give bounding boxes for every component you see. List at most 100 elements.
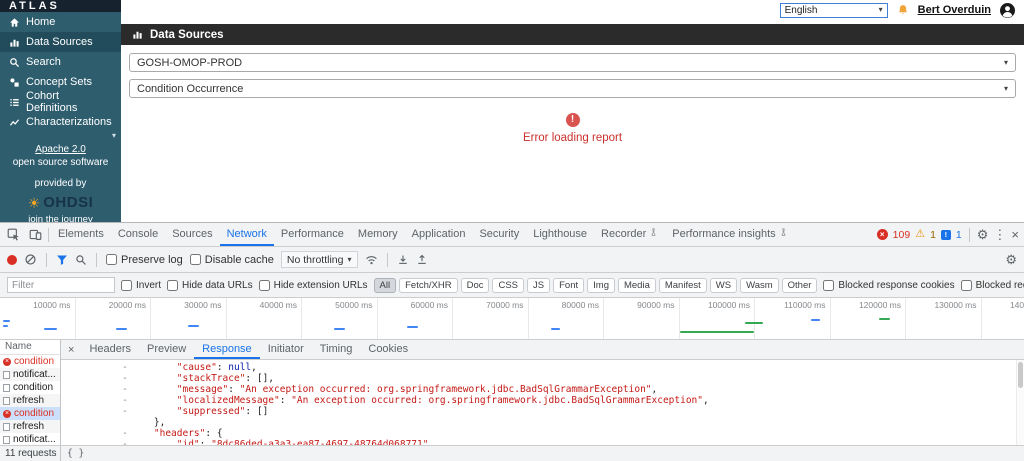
- devtools-tab-performance[interactable]: Performance: [274, 223, 351, 246]
- record-network-log-button[interactable]: [7, 254, 17, 265]
- issues-count[interactable]: 1: [956, 229, 962, 241]
- settings-gear-icon[interactable]: ⚙: [977, 228, 989, 241]
- detail-tab-headers[interactable]: Headers: [81, 340, 139, 359]
- filter-pill-img[interactable]: Img: [587, 277, 615, 293]
- filter-pill-css[interactable]: CSS: [492, 277, 525, 293]
- filter-pill-wasm[interactable]: Wasm: [740, 277, 779, 293]
- request-row[interactable]: condition: [0, 381, 60, 394]
- request-row[interactable]: notificat...: [0, 433, 60, 445]
- notifications-bell-icon[interactable]: [897, 4, 909, 16]
- inspect-element-icon[interactable]: [2, 223, 24, 246]
- preserve-log-checkbox[interactable]: [106, 254, 117, 265]
- throttling-select[interactable]: No throttling ▾: [280, 251, 358, 268]
- devtools-tab-recorder[interactable]: Recorder: [594, 223, 665, 246]
- filter-pill-all[interactable]: All: [373, 277, 397, 293]
- filter-pill-doc[interactable]: Doc: [460, 277, 490, 293]
- request-name: refresh: [13, 395, 45, 406]
- detail-tab-timing[interactable]: Timing: [312, 340, 361, 359]
- warning-count[interactable]: 1: [930, 229, 936, 241]
- request-row[interactable]: × condition: [0, 407, 60, 420]
- sidebar-scroll-control[interactable]: ▾: [0, 132, 121, 140]
- detail-tab-response[interactable]: Response: [194, 340, 260, 359]
- detail-tab-initiator[interactable]: Initiator: [260, 340, 312, 359]
- language-select[interactable]: English ▾: [779, 2, 888, 18]
- network-conditions-icon[interactable]: [365, 253, 378, 266]
- sidebar-item-characterizations[interactable]: Characterizations: [0, 112, 121, 132]
- apache-license-link[interactable]: Apache 2.0: [0, 143, 121, 156]
- blocked-cookies-checkbox[interactable]: [823, 279, 835, 291]
- tab-label: Application: [411, 227, 466, 240]
- report-select[interactable]: Condition Occurrence ▾: [129, 79, 1016, 98]
- waterfall-bar: [2, 320, 10, 322]
- fold-marker-icon[interactable]: -: [119, 373, 131, 384]
- devtools-tab-sources[interactable]: Sources: [165, 223, 219, 246]
- detail-tab-cookies[interactable]: Cookies: [360, 340, 416, 359]
- clear-network-log-icon[interactable]: [24, 253, 37, 266]
- filter-pill-font[interactable]: Font: [553, 277, 585, 293]
- preserve-log-label: Preserve log: [121, 253, 183, 266]
- sidebar-item-home[interactable]: Home: [0, 12, 121, 32]
- devtools-tab-lighthouse[interactable]: Lighthouse: [526, 223, 594, 246]
- fold-marker-icon[interactable]: -: [119, 406, 131, 417]
- issues-icon[interactable]: !: [940, 229, 951, 240]
- warning-icon[interactable]: ⚠: [915, 229, 925, 240]
- hide-data-urls-checkbox[interactable]: [167, 279, 179, 291]
- close-devtools-icon[interactable]: ×: [1011, 228, 1019, 241]
- atlas-logo[interactable]: ATLAS: [0, 0, 121, 12]
- devtools-tab-memory[interactable]: Memory: [351, 223, 405, 246]
- detail-tab-preview[interactable]: Preview: [139, 340, 194, 359]
- fold-marker-icon[interactable]: -: [119, 428, 131, 439]
- scrollbar[interactable]: [1016, 360, 1024, 445]
- devtools-tab-elements[interactable]: Elements: [51, 223, 111, 246]
- error-count[interactable]: 109: [893, 229, 911, 241]
- kebab-menu-icon[interactable]: ⋮: [993, 228, 1006, 241]
- user-menu-link[interactable]: Bert Overduin: [918, 4, 991, 16]
- sidebar-item-concept-sets[interactable]: Concept Sets: [0, 72, 121, 92]
- sidebar-item-cohort-definitions[interactable]: Cohort Definitions: [0, 90, 121, 114]
- fold-marker-icon[interactable]: -: [119, 384, 131, 395]
- name-column-header[interactable]: Name: [0, 340, 60, 355]
- device-toolbar-icon[interactable]: [24, 223, 46, 246]
- filter-pill-media[interactable]: Media: [617, 277, 656, 293]
- invert-checkbox[interactable]: [121, 279, 132, 291]
- network-overview-timeline[interactable]: 10000 ms 20000 ms 30000 ms 40000 ms 50000 ms…: [0, 298, 1024, 340]
- filter-funnel-icon[interactable]: [56, 254, 68, 266]
- user-avatar[interactable]: [1000, 2, 1015, 18]
- request-row[interactable]: refresh: [0, 420, 60, 433]
- devtools-tab-network[interactable]: Network: [219, 223, 274, 246]
- sidebar-item-search[interactable]: Search: [0, 52, 121, 72]
- network-filter-input[interactable]: [7, 277, 115, 293]
- request-row[interactable]: × condition: [0, 355, 60, 368]
- ohdsi-logo[interactable]: ☀ OHDSI: [0, 193, 121, 213]
- import-har-icon[interactable]: [397, 254, 409, 266]
- fold-marker-icon[interactable]: -: [119, 395, 131, 406]
- filter-pill-other[interactable]: Other: [781, 277, 818, 293]
- filter-pill-js[interactable]: JS: [527, 277, 551, 293]
- devtools-tab-security[interactable]: Security: [472, 223, 526, 246]
- network-settings-gear-icon[interactable]: ⚙: [1005, 253, 1017, 266]
- line-number-gutter: [61, 362, 119, 373]
- devtools-tab-console[interactable]: Console: [111, 223, 165, 246]
- detail-tabs: Headers Preview Response Initiator Timing Coo…: [81, 340, 416, 359]
- request-row[interactable]: notificat...: [0, 368, 60, 381]
- request-row[interactable]: refresh: [0, 394, 60, 407]
- format-json-icon[interactable]: { }: [61, 448, 90, 459]
- search-icon[interactable]: [75, 254, 87, 266]
- screen: ATLAS Home Data Sources Search Concept S…: [0, 0, 1024, 461]
- scrollbar-thumb[interactable]: [1018, 362, 1023, 388]
- sidebar-item-data-sources[interactable]: Data Sources: [0, 32, 121, 52]
- fold-marker-icon[interactable]: -: [119, 362, 131, 373]
- console-error-icon[interactable]: ×: [876, 229, 888, 240]
- devtools-tab-application[interactable]: Application: [405, 223, 473, 246]
- data-source-select[interactable]: GOSH-OMOP-PROD ▾: [129, 53, 1016, 72]
- filter-pill-ws[interactable]: WS: [709, 277, 738, 293]
- devtools-tab-performance-insights[interactable]: Performance insights: [665, 223, 794, 246]
- close-detail-icon[interactable]: ×: [61, 344, 81, 356]
- export-har-icon[interactable]: [416, 254, 428, 266]
- filter-pill-manifest[interactable]: Manifest: [658, 277, 707, 293]
- disable-cache-checkbox[interactable]: [189, 254, 201, 265]
- fold-marker-icon: [119, 417, 131, 428]
- hide-extension-urls-checkbox[interactable]: [258, 279, 270, 291]
- filter-pill-fetch-xhr[interactable]: Fetch/XHR: [399, 277, 458, 293]
- blocked-requests-checkbox[interactable]: [960, 279, 972, 291]
